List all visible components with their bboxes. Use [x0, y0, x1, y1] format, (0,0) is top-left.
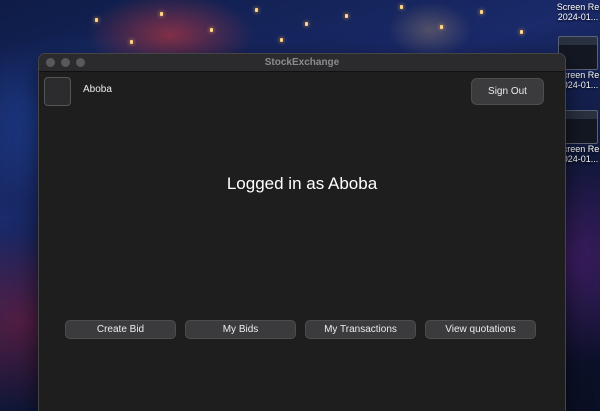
sign-out-button[interactable]: Sign Out: [471, 78, 544, 105]
login-status-text: Logged in as Aboba: [226, 174, 378, 193]
avatar: [44, 77, 71, 106]
my-bids-button[interactable]: My Bids: [185, 320, 296, 339]
desktop-file-label-line2: 2024-01...: [557, 12, 599, 22]
app-window: StockExchange Aboba Sign Out Logged in a…: [38, 53, 566, 411]
desktop-file-label-line1: Screen Re: [556, 2, 600, 12]
my-transactions-button[interactable]: My Transactions: [305, 320, 416, 339]
window-title: StockExchange: [264, 57, 340, 68]
create-bid-button[interactable]: Create Bid: [65, 320, 176, 339]
desktop-file-screen-recording[interactable]: Screen Re 2024-01...: [556, 2, 600, 22]
window-titlebar[interactable]: StockExchange: [39, 54, 565, 72]
username-label: Aboba: [83, 84, 112, 95]
view-quotations-button[interactable]: View quotations: [425, 320, 536, 339]
